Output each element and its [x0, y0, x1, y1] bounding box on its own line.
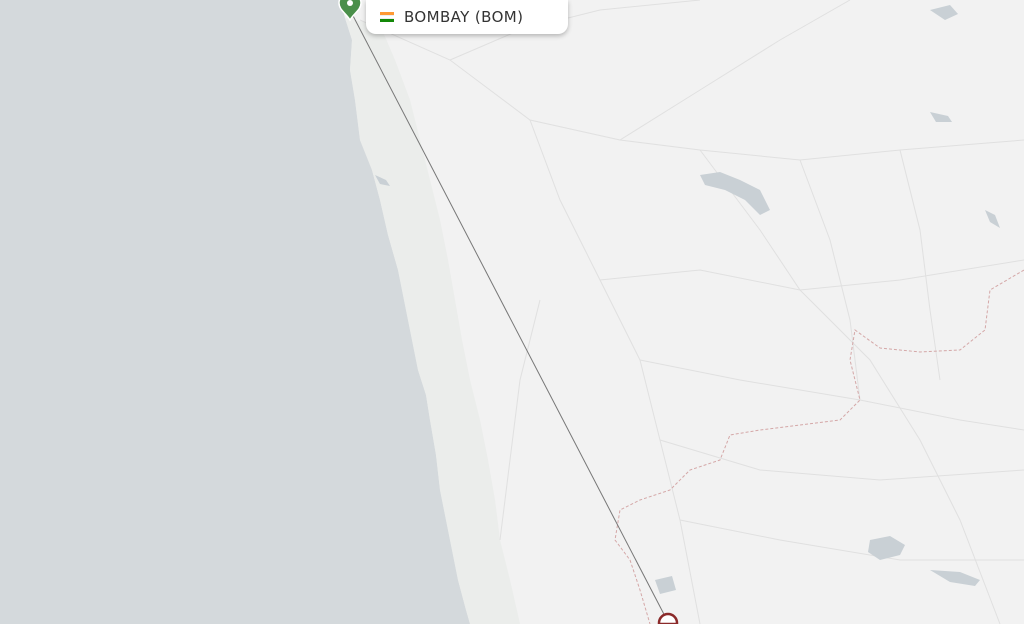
map-pin-icon [657, 612, 679, 624]
india-flag-icon [380, 12, 394, 23]
origin-airport-label: BOMBAY (BOM) [404, 8, 524, 26]
origin-label-card[interactable]: BOMBAY (BOM) [366, 0, 568, 34]
destination-marker[interactable] [657, 612, 679, 624]
map-canvas[interactable] [0, 0, 1024, 624]
